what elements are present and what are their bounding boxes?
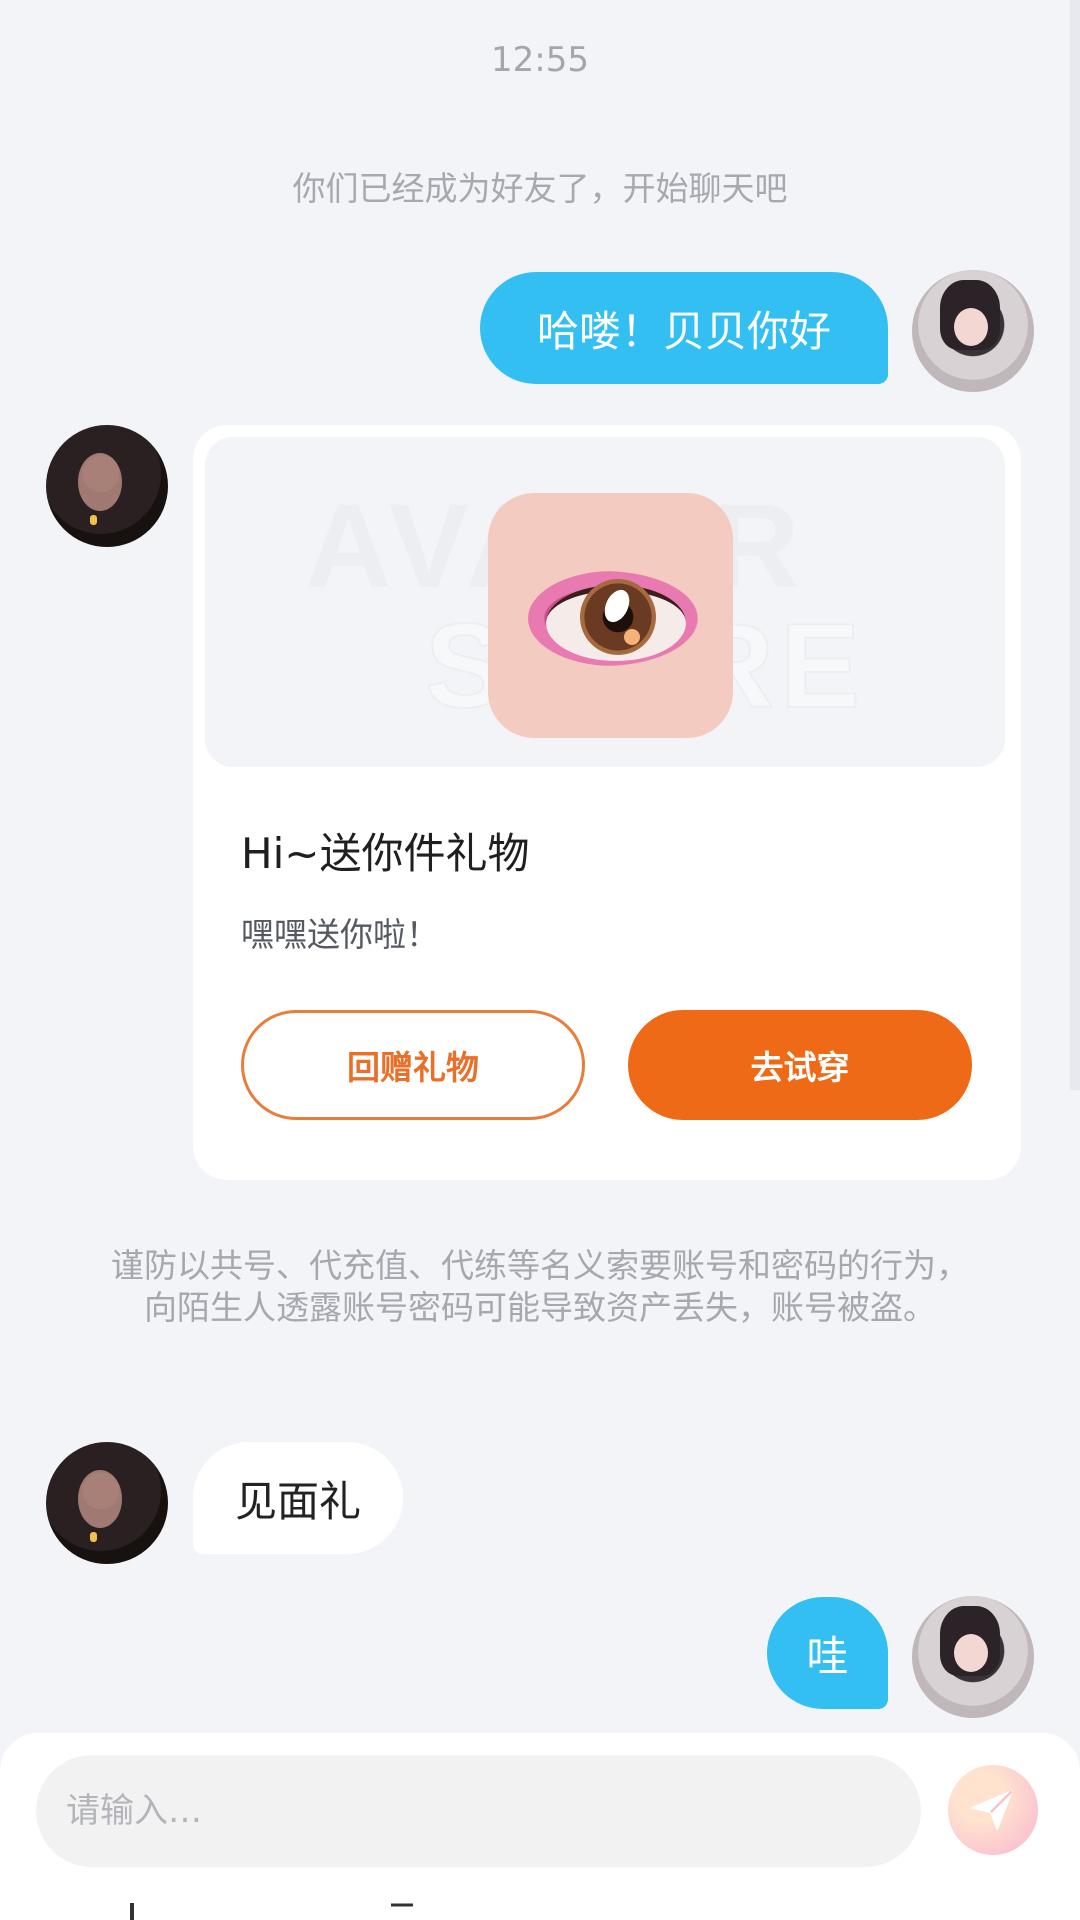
toolbar-icon[interactable] xyxy=(118,1901,146,1920)
gift-card-description: 嘿嘿送你啦！ xyxy=(241,915,439,954)
my-avatar[interactable] xyxy=(912,270,1034,392)
chat-area[interactable]: 12:55 你们已经成为好友了，开始聊天吧 哈喽！贝贝你好 AVATAR STO… xyxy=(0,0,1080,1735)
send-button[interactable] xyxy=(948,1765,1038,1855)
gift-item-eye-image[interactable] xyxy=(488,493,733,738)
message-input[interactable] xyxy=(36,1755,921,1867)
try-on-button[interactable]: 去试穿 xyxy=(628,1010,972,1120)
message-timestamp: 12:55 xyxy=(491,40,589,80)
message-text: 见面礼 xyxy=(234,1476,361,1526)
paper-plane-icon xyxy=(971,1790,1013,1830)
message-input-bar xyxy=(0,1733,1080,1920)
security-warning: 谨防以共号、代充值、代练等名义索要账号和密码的行为，向陌生人透露账号密码可能导致… xyxy=(111,1246,969,1327)
return-gift-button[interactable]: 回赠礼物 xyxy=(241,1010,585,1120)
message-text: 哈喽！贝贝你好 xyxy=(536,306,831,356)
incoming-message-bubble[interactable]: 见面礼 xyxy=(193,1442,403,1554)
friend-avatar[interactable] xyxy=(46,425,168,547)
message-text: 哇 xyxy=(806,1631,849,1681)
friend-avatar[interactable] xyxy=(46,1442,168,1564)
eye-highlight-graphic xyxy=(624,629,640,645)
my-avatar[interactable] xyxy=(912,1596,1034,1718)
toolbar-icon[interactable] xyxy=(388,1901,416,1920)
gift-card-title: Hi~送你件礼物 xyxy=(241,829,530,878)
gift-card[interactable]: AVATAR STORE Hi~送你件礼物 嘿嘿送你啦！ 回赠礼物 去试穿 xyxy=(193,425,1021,1180)
outgoing-message-bubble[interactable]: 哈喽！贝贝你好 xyxy=(480,272,888,384)
friend-added-notice: 你们已经成为好友了，开始聊天吧 xyxy=(292,169,788,208)
gift-preview-area: AVATAR STORE xyxy=(205,437,1005,767)
outgoing-message-bubble[interactable]: 哇 xyxy=(767,1597,888,1709)
